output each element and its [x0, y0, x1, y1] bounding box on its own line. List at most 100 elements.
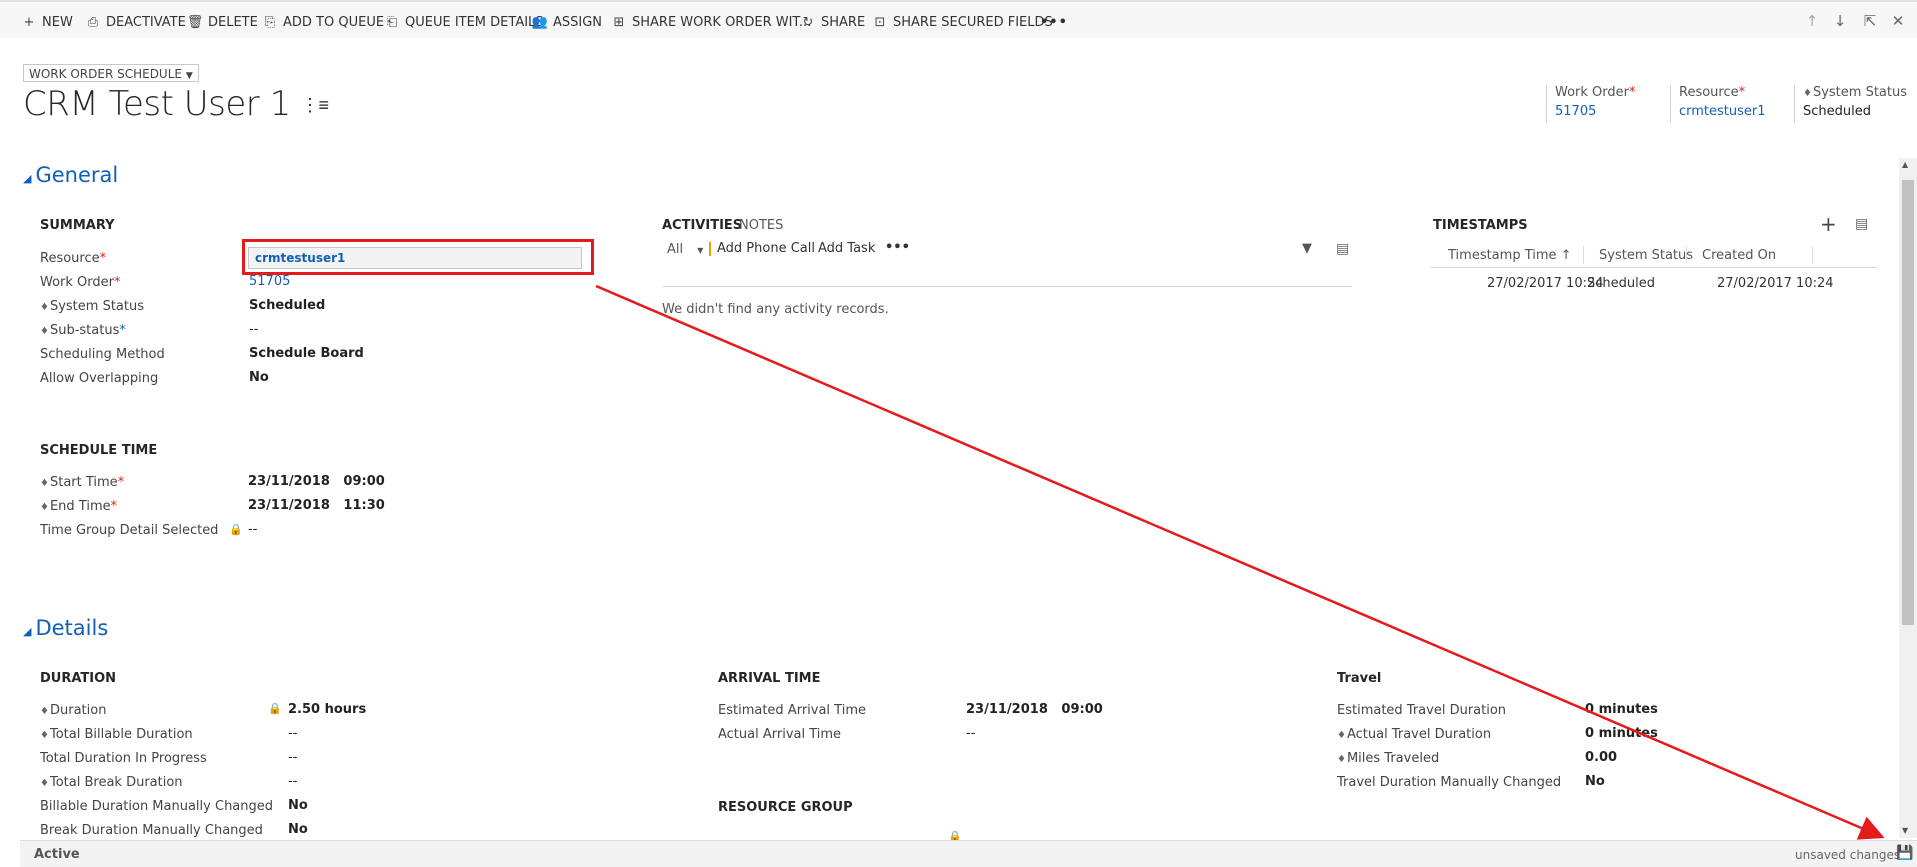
- unsaved-changes-text: unsaved changes: [1795, 848, 1901, 862]
- section-details[interactable]: ◢ Details: [23, 616, 108, 640]
- actual-travel-label: ♦Actual Travel Duration: [1337, 727, 1492, 742]
- close-icon[interactable]: ✕: [1890, 12, 1906, 30]
- assign-icon: 👥: [531, 14, 549, 30]
- arrow-down-icon[interactable]: ↓: [1832, 12, 1848, 30]
- work-order-link[interactable]: 51705: [249, 274, 290, 289]
- in-progress-value[interactable]: --: [288, 750, 297, 765]
- estimated-arrival-value[interactable]: 23/11/2018 09:00: [966, 702, 1103, 717]
- sort-ascending-icon: ↑: [1560, 248, 1572, 263]
- deactivate-button[interactable]: ⎙ DEACTIVATE: [86, 12, 186, 32]
- share-button[interactable]: ↻ SHARE: [801, 12, 866, 32]
- scrollbar-thumb[interactable]: [1902, 180, 1914, 625]
- table-row[interactable]: 27/02/2017 10:24 Scheduled 27/02/2017 10…: [1430, 274, 1877, 294]
- share-icon: ↻: [802, 14, 814, 30]
- status-footer: Active unsaved changes 💾: [20, 840, 1917, 867]
- add-phone-call-button[interactable]: Add Phone Call: [717, 241, 815, 256]
- start-time-value[interactable]: 23/11/2018 09:00: [248, 474, 385, 489]
- popout-icon[interactable]: ⇱: [1862, 12, 1878, 30]
- queue-details-icon: ⎗: [386, 14, 398, 30]
- secured-fields-icon: ⊡: [874, 14, 886, 30]
- billable-changed-value[interactable]: No: [288, 798, 308, 813]
- pin-icon: ♦: [40, 778, 49, 789]
- column-created-on[interactable]: Created On: [1702, 248, 1776, 263]
- lock-icon: 🔒: [229, 523, 243, 536]
- trash-icon: 🗑: [186, 14, 204, 30]
- break-changed-value[interactable]: No: [288, 822, 308, 837]
- assign-button[interactable]: 👥 ASSIGN: [531, 12, 602, 32]
- miles-traveled-value[interactable]: 0.00: [1585, 750, 1617, 765]
- activities-more-button[interactable]: •••: [885, 240, 910, 255]
- header-system-status: ♦System Status Scheduled: [1794, 85, 1907, 123]
- duration-title: DURATION: [40, 671, 117, 686]
- grid-view-icon[interactable]: ▤: [1855, 216, 1868, 232]
- activity-divider: [709, 242, 711, 256]
- scroll-up-icon[interactable]: ▲: [1902, 160, 1908, 169]
- pin-icon: ♦: [40, 502, 49, 513]
- end-time-label: ♦End Time*: [40, 499, 118, 514]
- section-general[interactable]: ◢ General: [23, 163, 118, 187]
- collapse-icon: ◢: [23, 625, 32, 638]
- billable-changed-label: Billable Duration Manually Changed: [40, 799, 274, 814]
- sub-status-label: ♦Sub-status*: [40, 323, 126, 338]
- delete-button[interactable]: 🗑 DELETE: [186, 12, 258, 32]
- new-button[interactable]: + NEW: [22, 12, 73, 32]
- pin-icon: ♦: [1337, 754, 1346, 765]
- share-work-order-button[interactable]: ⊞ SHARE WORK ORDER WIT...: [612, 12, 812, 32]
- activities-empty-message: We didn't find any activity records.: [662, 302, 889, 317]
- filter-icon[interactable]: ▼: [1302, 241, 1312, 256]
- collapse-icon: ◢: [23, 172, 32, 185]
- pin-icon: ♦: [40, 478, 49, 489]
- add-to-queue-button[interactable]: ⎘ ADD TO QUEUE: [263, 12, 384, 32]
- arrival-time-title: ARRIVAL TIME: [718, 671, 821, 686]
- actual-travel-value[interactable]: 0 minutes: [1585, 726, 1658, 741]
- activities-separator: [662, 286, 1352, 287]
- start-time-label: ♦Start Time*: [40, 475, 125, 490]
- travel-manual-label: Travel Duration Manually Changed: [1337, 775, 1562, 790]
- lock-icon: 🔒: [268, 702, 282, 715]
- record-menu-icon[interactable]: ⋮≡: [301, 95, 329, 116]
- form-selector[interactable]: WORK ORDER SCHEDULE ▼: [23, 64, 199, 82]
- required-marker: *: [1738, 85, 1746, 100]
- est-travel-value[interactable]: 0 minutes: [1585, 702, 1658, 717]
- header-resource-link[interactable]: crmtestuser1: [1679, 104, 1766, 119]
- queue-item-details-button[interactable]: ⎗ QUEUE ITEM DETAILS: [385, 12, 544, 32]
- scroll-down-icon[interactable]: ▼: [1902, 826, 1908, 835]
- allow-overlapping-value[interactable]: No: [249, 370, 269, 385]
- sub-status-value[interactable]: --: [249, 322, 258, 337]
- save-icon[interactable]: 💾: [1896, 845, 1913, 861]
- time-group-value: --: [248, 522, 258, 537]
- record-status: Active: [34, 847, 80, 862]
- end-time-value[interactable]: 23/11/2018 11:30: [248, 498, 385, 513]
- scheduling-method-value[interactable]: Schedule Board: [249, 346, 364, 361]
- required-marker: *: [1629, 85, 1636, 100]
- arrow-up-icon[interactable]: ↑: [1804, 12, 1820, 30]
- cell-created-on: 27/02/2017 10:24: [1717, 276, 1834, 291]
- pin-icon: ♦: [40, 302, 49, 313]
- actual-arrival-value[interactable]: --: [966, 726, 975, 741]
- system-status-label: ♦System Status: [40, 299, 145, 314]
- column-system-status[interactable]: System Status: [1599, 248, 1693, 263]
- timestamps-title: TIMESTAMPS: [1433, 218, 1528, 233]
- tab-notes[interactable]: NOTES: [739, 218, 783, 233]
- add-task-button[interactable]: Add Task: [818, 241, 875, 256]
- total-billable-label: ♦Total Billable Duration: [40, 727, 193, 742]
- column-timestamp-time[interactable]: Timestamp Time ↑: [1448, 248, 1572, 263]
- break-duration-value[interactable]: --: [288, 774, 297, 789]
- resource-input[interactable]: crmtestuser1: [248, 247, 582, 269]
- more-commands-button[interactable]: •••: [1040, 12, 1068, 32]
- activity-filter-select[interactable]: All ▼: [667, 242, 703, 257]
- add-timestamp-icon[interactable]: +: [1820, 212, 1837, 236]
- allow-overlapping-label: Allow Overlapping: [40, 371, 159, 386]
- share-secured-fields-button[interactable]: ⊡ SHARE SECURED FIELDS: [873, 12, 1053, 32]
- header-work-order-link[interactable]: 51705: [1555, 104, 1636, 119]
- est-travel-label: Estimated Travel Duration: [1337, 703, 1507, 718]
- travel-manual-value[interactable]: No: [1585, 774, 1605, 789]
- add-to-queue-icon: ⎘: [264, 14, 276, 30]
- total-billable-value[interactable]: --: [288, 726, 297, 741]
- tab-activities[interactable]: ACTIVITIES: [662, 218, 742, 233]
- scheduling-method-label: Scheduling Method: [40, 347, 165, 362]
- grid-view-icon[interactable]: ▤: [1336, 241, 1349, 257]
- resource-group-title: RESOURCE GROUP: [718, 800, 853, 815]
- system-status-value[interactable]: Scheduled: [249, 298, 325, 313]
- share-link-icon: ⊞: [613, 14, 625, 30]
